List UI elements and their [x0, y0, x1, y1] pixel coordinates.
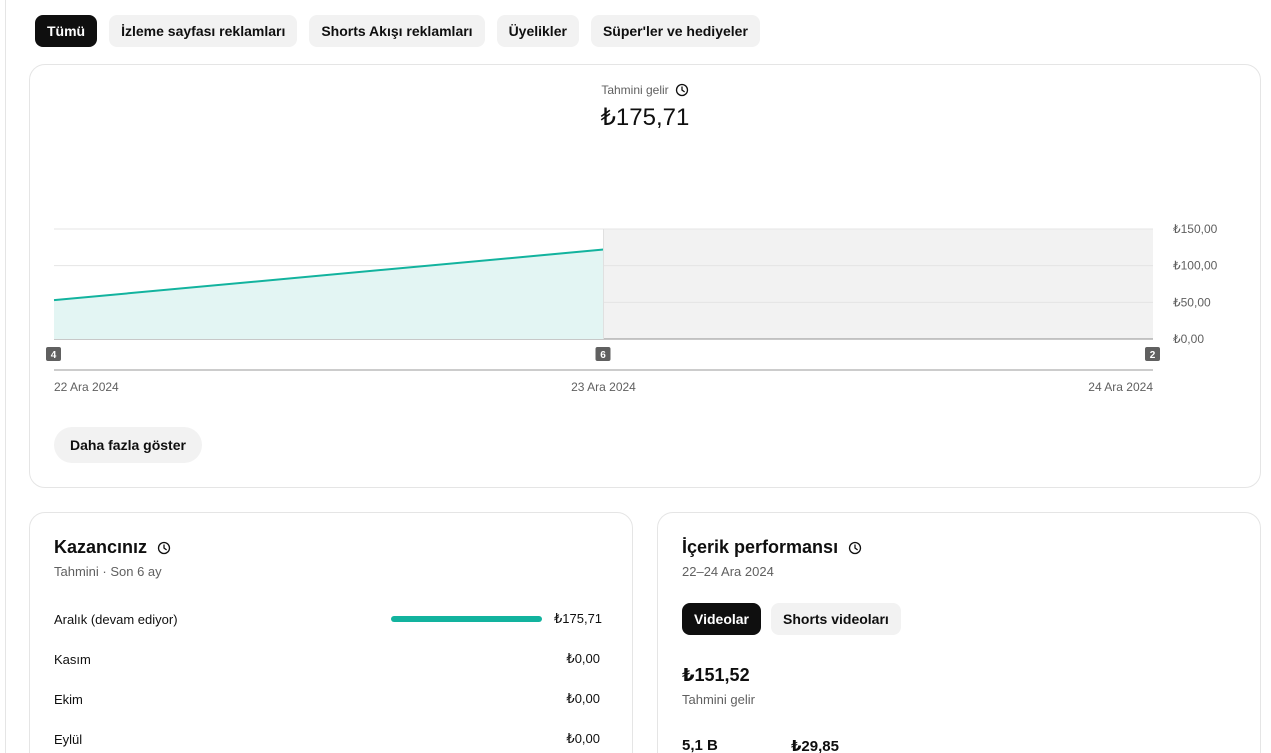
earnings-row: Kasım ₺0,00 [54, 649, 600, 669]
tab-videos[interactable]: Videolar [682, 603, 761, 635]
earnings-row-label: Eylül [54, 731, 83, 747]
series-area [54, 249, 604, 339]
earnings-row-value: ₺0,00 [566, 731, 600, 746]
performance-date-range: 22–24 Ara 2024 [682, 564, 774, 579]
content-performance-card: İçerik performansı 22–24 Ara 2024 Videol… [657, 512, 1261, 753]
show-more-button[interactable]: Daha fazla göster [54, 427, 202, 463]
chip-watch-page-ads[interactable]: İzleme sayfası reklamları [109, 15, 298, 47]
tab-shorts[interactable]: Shorts videoları [771, 603, 901, 635]
chip-memberships[interactable]: Üyelikler [496, 15, 579, 47]
performance-header: İçerik performansı [682, 537, 862, 558]
page-left-border [5, 0, 6, 753]
pending-region [603, 229, 1153, 339]
earnings-share-bar [391, 616, 542, 622]
revenue-filter-chips: Tümü İzleme sayfası reklamları Shorts Ak… [35, 15, 760, 47]
y-tick-label: ₺0,00 [1173, 332, 1204, 346]
earnings-row-label: Kasım [54, 651, 91, 667]
upload-count-label: 6 [600, 350, 606, 361]
earnings-row-value: ₺175,71 [554, 611, 603, 626]
earnings-subtitle: Tahmini · Son 6 ay [54, 564, 162, 579]
earnings-title: Kazancınız [54, 537, 148, 557]
earnings-row-label: Ekim [54, 691, 83, 707]
y-tick-label: ₺50,00 [1173, 295, 1211, 309]
y-tick-label: ₺150,00 [1173, 222, 1218, 236]
upload-count-label: 2 [1150, 350, 1156, 361]
earnings-row: Ekim ₺0,00 [54, 689, 600, 709]
earnings-row: Eylül ₺0,00 [54, 729, 600, 749]
earnings-row: Aralık (devam ediyor) ₺175,71 [54, 609, 603, 629]
performance-stat-views: 5,1 B [682, 737, 718, 753]
earnings-header: Kazancınız [54, 537, 171, 558]
chip-supers-gifts[interactable]: Süper'ler ve hediyeler [590, 15, 760, 47]
performance-revenue-label: Tahmini gelir [682, 692, 755, 707]
clock-icon[interactable] [848, 541, 862, 555]
performance-tabs: Videolar Shorts videoları [682, 603, 901, 635]
revenue-card: Tahmini gelir ₺175,71 ₺150,00 ₺100,00 ₺50,… [29, 64, 1261, 488]
earnings-row-value: ₺0,00 [566, 691, 600, 706]
x-tick-label: 23 Ara 2024 [571, 380, 636, 394]
clock-icon[interactable] [157, 541, 171, 555]
earnings-row-value: ₺0,00 [566, 651, 600, 666]
performance-stat-rpm: ₺29,85 [791, 738, 839, 753]
x-tick-label: 22 Ara 2024 [54, 380, 119, 394]
earnings-card: Kazancınız Tahmini · Son 6 ay Aralık (de… [29, 512, 633, 753]
chip-all[interactable]: Tümü [35, 15, 98, 47]
y-tick-label: ₺100,00 [1173, 259, 1218, 273]
performance-revenue-value: ₺151,52 [682, 665, 750, 685]
performance-title: İçerik performansı [682, 537, 839, 557]
revenue-chart: ₺150,00 ₺100,00 ₺50,00 ₺0,00 4 6 2 22 Ara 2024 2… [46, 222, 1218, 394]
earnings-row-label: Aralık (devam ediyor) [54, 611, 178, 627]
chip-shorts-feed-ads[interactable]: Shorts Akışı reklamları [309, 15, 485, 47]
upload-count-label: 4 [51, 350, 57, 361]
x-tick-label: 24 Ara 2024 [1088, 380, 1153, 394]
